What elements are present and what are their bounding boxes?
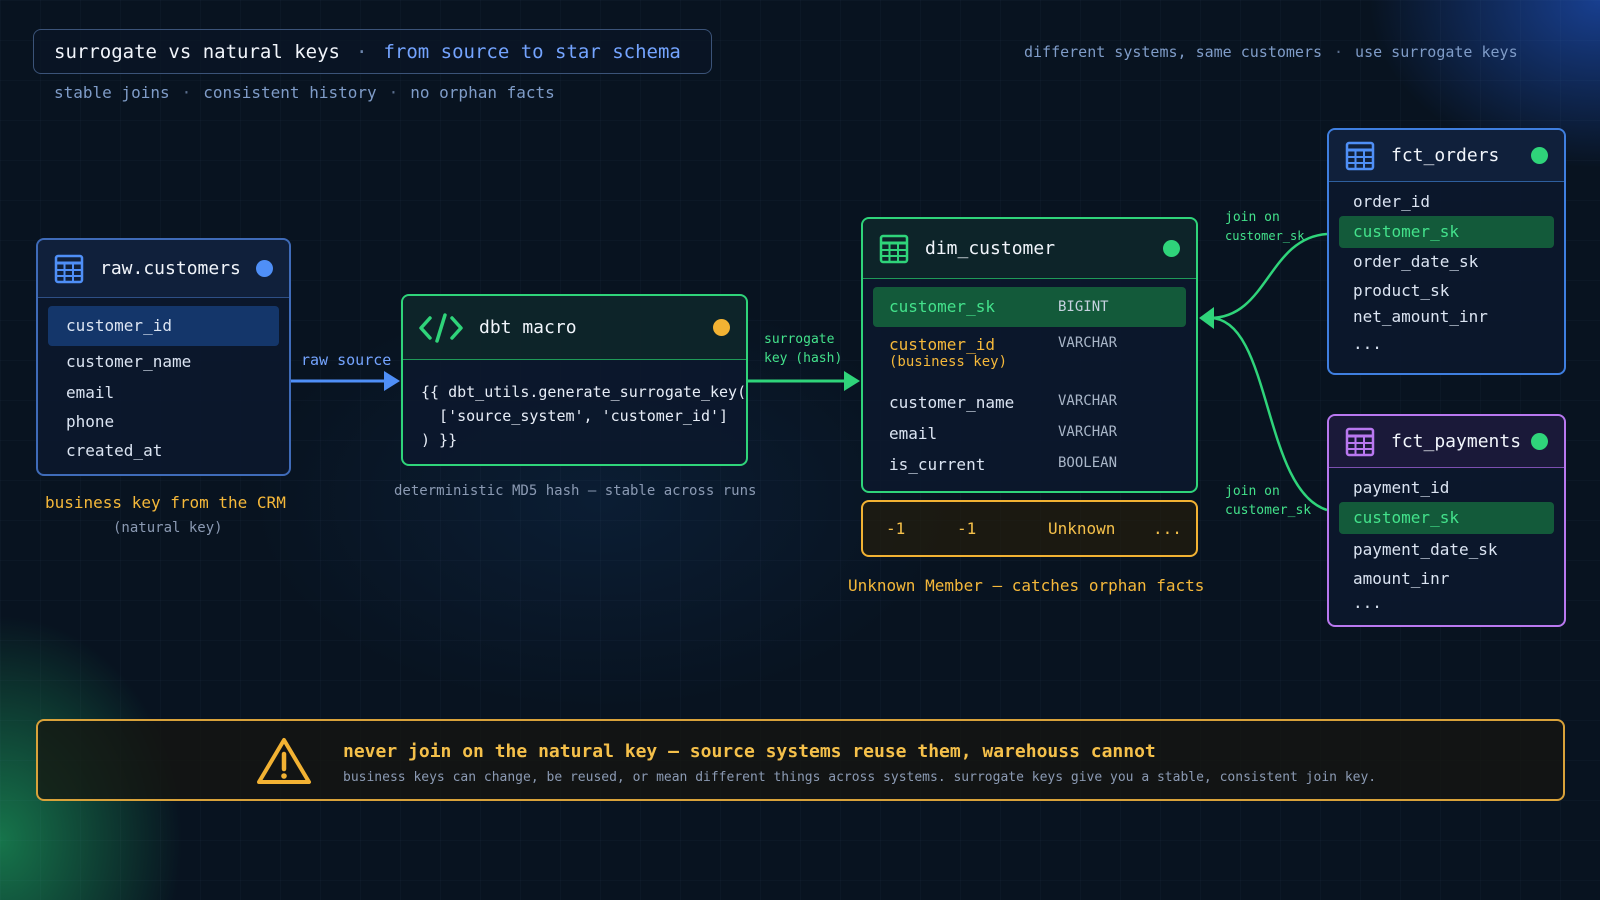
dbt-macro-header: dbt macro — [403, 296, 746, 360]
status-dot — [1531, 433, 1548, 450]
table-icon — [879, 234, 909, 263]
status-dot — [713, 319, 730, 336]
edge-label-line: surrogate — [764, 332, 835, 347]
dbt-macro-card[interactable]: dbt macro {{ dbt_utils.generate_surrogat… — [401, 294, 748, 466]
fct-orders-title: fct_orders — [1391, 145, 1500, 166]
fct-payments-header: fct_payments — [1329, 416, 1564, 468]
warning-banner: never join on the natural key — source s… — [36, 719, 1565, 801]
dim-row-is-current[interactable]: is_current BOOLEAN — [863, 455, 1196, 474]
edge-label-raw-source: raw source — [301, 351, 392, 369]
warning-icon — [257, 738, 311, 784]
dim-row-email[interactable]: email VARCHAR — [863, 424, 1196, 443]
column-payment-date-sk[interactable]: payment_date_sk — [1329, 540, 1564, 559]
column-phone[interactable]: phone — [38, 412, 289, 431]
unknown-value: -1 — [886, 519, 906, 538]
edge-label-line: customer_sk — [1225, 503, 1312, 518]
dim-row-customer-id[interactable]: customer_id VARCHAR (business key) — [863, 335, 1196, 377]
column-customer-sk[interactable]: customer_sk — [1339, 502, 1554, 534]
column-email[interactable]: email — [38, 383, 289, 402]
column-type: BIGINT — [1058, 299, 1109, 315]
column-name: customer_sk — [889, 297, 995, 316]
raw-customers-title: raw.customers — [100, 258, 241, 279]
column-name: email — [889, 424, 938, 443]
column-customer-id[interactable]: customer_id — [48, 306, 279, 346]
fct-orders-table[interactable]: fct_orders order_id customer_sk order_da… — [1327, 128, 1566, 375]
column-order-date-sk[interactable]: order_date_sk — [1329, 252, 1564, 271]
edge-label-line: join on — [1225, 210, 1280, 225]
column-ellipsis: ... — [1353, 593, 1382, 612]
edge-label-join-orders: join on customer_sk — [1225, 208, 1304, 246]
edge-orders-to-dim — [1209, 232, 1328, 320]
dim-customer-title: dim_customer — [925, 238, 1056, 259]
macro-caption: deterministic MD5 hash — stable across r… — [394, 483, 757, 499]
status-dot — [1531, 147, 1548, 164]
fct-orders-header: fct_orders — [1329, 130, 1564, 182]
status-dot — [1163, 240, 1180, 257]
arrow-head-raw — [384, 371, 400, 391]
dim-row-customer-sk[interactable]: customer_sk BIGINT — [873, 287, 1186, 327]
macro-code: {{ dbt_utils.generate_surrogate_key( ['s… — [421, 380, 746, 452]
arrow-head-join — [1199, 307, 1214, 329]
edge-label-join-payments: join on customer_sk — [1225, 482, 1311, 520]
column-created-at[interactable]: created_at — [38, 441, 289, 460]
column-customer-name[interactable]: customer_name — [38, 352, 289, 371]
column-name: customer_id — [889, 335, 995, 354]
column-type: BOOLEAN — [1058, 455, 1118, 471]
unknown-value: Unknown — [1048, 519, 1116, 538]
code-icon — [419, 312, 463, 343]
column-name: customer_name — [889, 393, 1015, 412]
unknown-value: -1 — [957, 519, 977, 538]
code-line: ['source_system', 'customer_id'] — [421, 407, 729, 425]
column-type: VARCHAR — [1058, 393, 1118, 409]
dbt-macro-title: dbt macro — [479, 317, 577, 338]
dim-customer-table[interactable]: dim_customer customer_sk BIGINT customer… — [861, 217, 1198, 493]
column-net-amount-inr[interactable]: net_amount_inr — [1329, 307, 1564, 326]
raw-customers-table[interactable]: raw.customers customer_id customer_name … — [36, 238, 291, 476]
dim-row-customer-name[interactable]: customer_name VARCHAR — [863, 393, 1196, 412]
table-icon — [1345, 427, 1375, 456]
fct-payments-table[interactable]: fct_payments payment_id customer_sk paym… — [1327, 414, 1566, 627]
column-name: is_current — [889, 455, 986, 474]
dim-customer-header: dim_customer — [863, 219, 1196, 279]
table-icon — [54, 254, 84, 283]
column-order-id[interactable]: order_id — [1329, 192, 1564, 211]
fct-payments-title: fct_payments — [1391, 431, 1522, 452]
raw-caption: business key from the CRM — [45, 493, 286, 512]
edge-label-surrogate: surrogate key (hash) — [764, 330, 842, 368]
unknown-value: ... — [1153, 519, 1182, 538]
column-customer-sk[interactable]: customer_sk — [1339, 216, 1554, 248]
unknown-caption: Unknown Member — catches orphan facts — [848, 576, 1205, 595]
code-line: {{ dbt_utils.generate_surrogate_key( — [421, 383, 747, 401]
column-ellipsis: ... — [1353, 334, 1382, 353]
warning-detail: business keys can change, be reused, or … — [343, 770, 1377, 785]
arrow-head-macro — [844, 371, 860, 391]
column-payment-id[interactable]: payment_id — [1329, 478, 1564, 497]
column-note: (business key) — [889, 354, 1008, 370]
unknown-member-row[interactable]: -1 -1 Unknown ... — [861, 500, 1198, 557]
edge-label-line: customer_sk — [1225, 229, 1305, 243]
edge-label-line: join on — [1225, 484, 1280, 499]
column-type: VARCHAR — [1058, 424, 1118, 440]
table-icon — [1345, 141, 1375, 170]
column-product-sk[interactable]: product_sk — [1329, 281, 1564, 300]
status-dot — [256, 260, 273, 277]
raw-customers-header: raw.customers — [38, 240, 289, 298]
column-amount-inr[interactable]: amount_inr — [1329, 569, 1564, 588]
warning-headline: never join on the natural key — source s… — [343, 741, 1156, 762]
code-line: ) }} — [421, 431, 458, 449]
raw-caption-sub: (natural key) — [113, 520, 223, 536]
edge-label-line: key (hash) — [764, 351, 843, 366]
column-type: VARCHAR — [1058, 335, 1118, 351]
